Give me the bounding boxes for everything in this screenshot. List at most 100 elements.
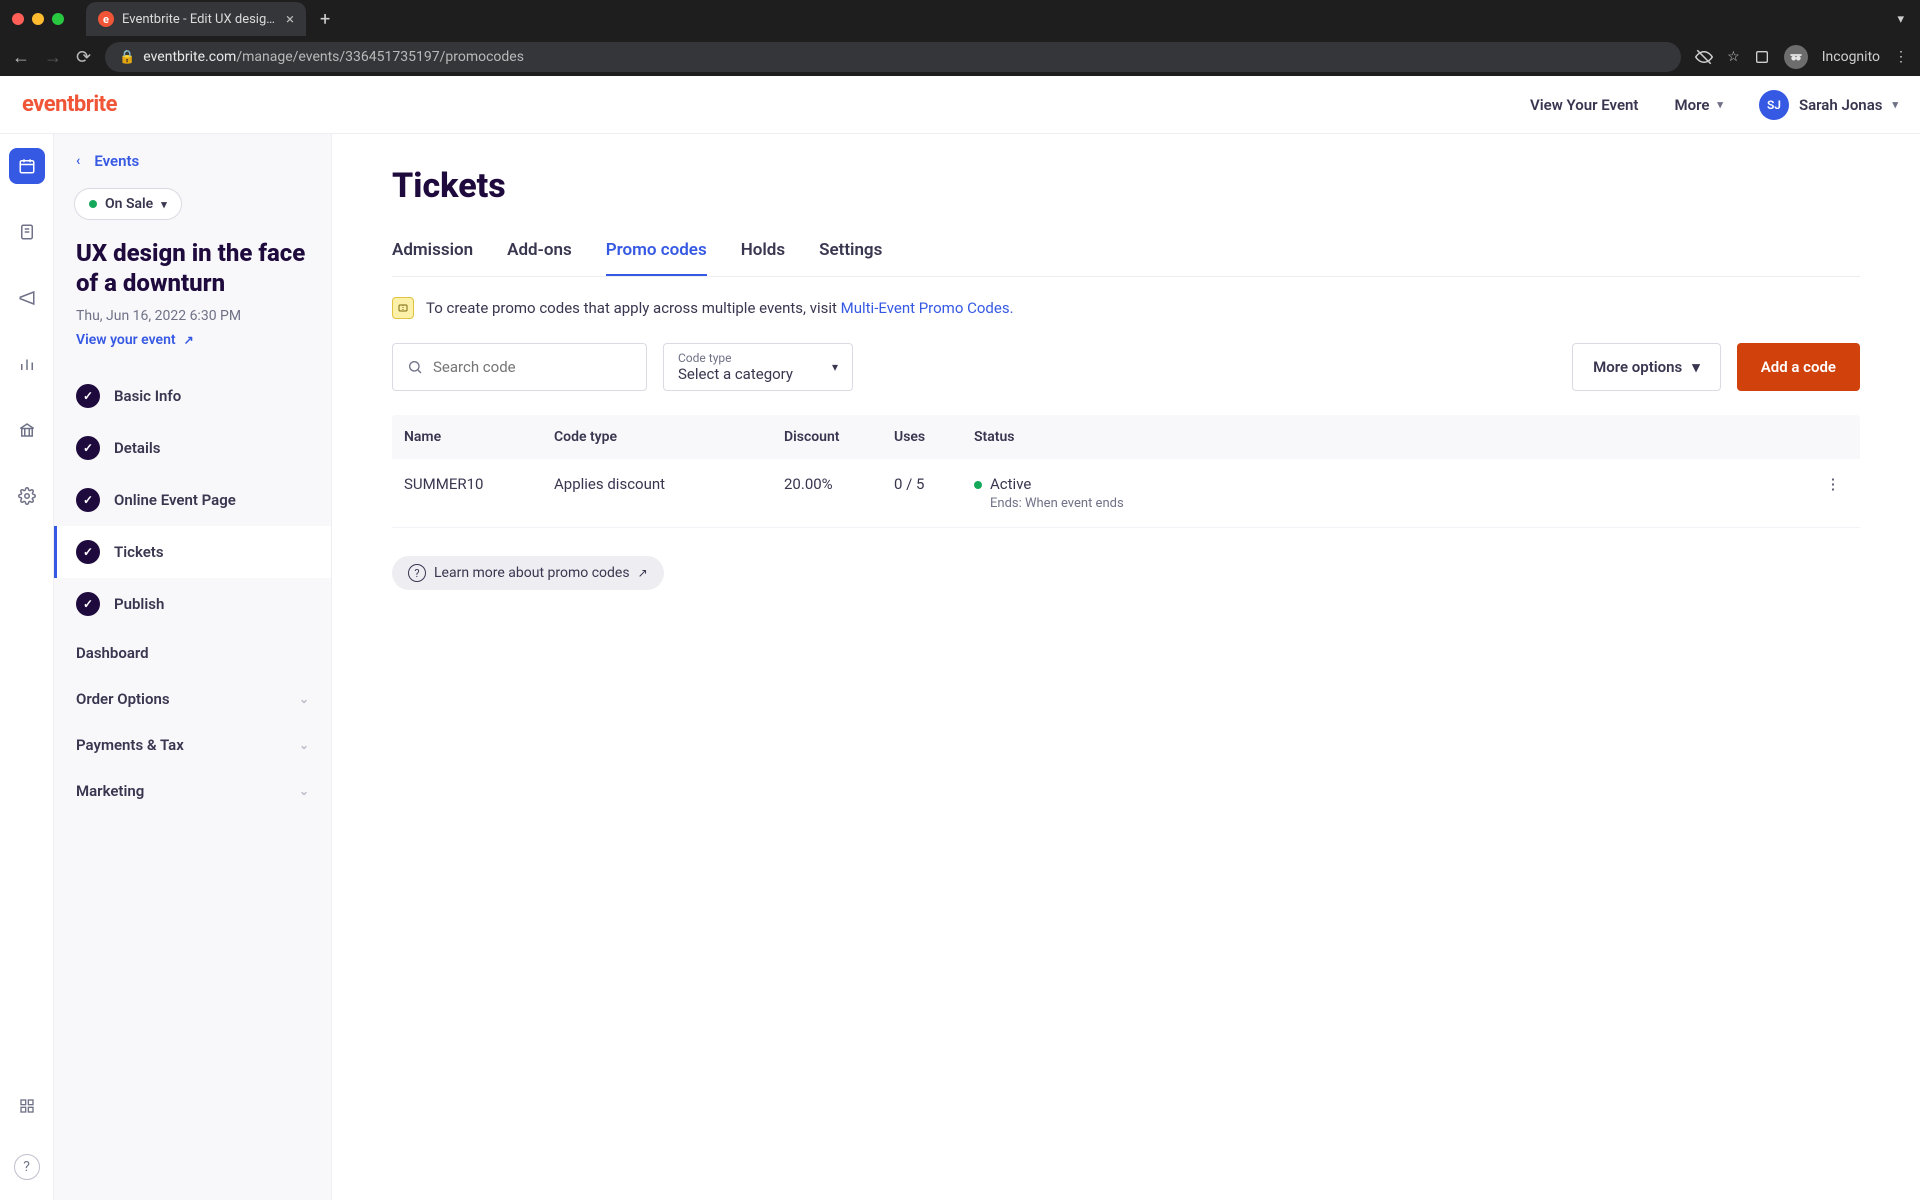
external-link-icon: ↗ xyxy=(638,566,648,580)
col-discount: Discount xyxy=(784,429,894,445)
event-title: UX design in the face of a downturn xyxy=(54,238,331,298)
incognito-icon[interactable] xyxy=(1784,45,1808,69)
forward-icon: → xyxy=(44,47,62,68)
col-status: Status xyxy=(974,429,1818,445)
eventbrite-logo[interactable]: eventbrite xyxy=(22,92,117,117)
cell-status: Active Ends: When event ends xyxy=(974,475,1818,511)
add-code-button[interactable]: Add a code xyxy=(1737,343,1860,391)
rail-settings-icon[interactable] xyxy=(9,478,45,514)
address-bar[interactable]: 🔒 eventbrite.com/manage/events/336451735… xyxy=(105,42,1681,72)
chevron-down-icon: ▾ xyxy=(1717,98,1723,111)
sidebar-item-payments-tax[interactable]: Payments & Tax ⌄ xyxy=(54,722,331,768)
code-type-label: Code type xyxy=(678,351,793,365)
learn-more-link[interactable]: ? Learn more about promo codes ↗ xyxy=(392,556,664,590)
sidebar-item-label: Publish xyxy=(114,595,164,613)
back-icon[interactable]: ← xyxy=(12,47,30,68)
more-options-label: More options xyxy=(1593,358,1682,376)
code-type-select[interactable]: Code type Select a category ▾ xyxy=(663,343,853,391)
help-icon: ? xyxy=(408,564,426,582)
rail-orders-icon[interactable] xyxy=(9,214,45,250)
sidebar-item-label: Details xyxy=(114,439,160,457)
chevron-down-icon: ▾ xyxy=(1692,358,1700,376)
tab-settings[interactable]: Settings xyxy=(819,234,882,276)
event-status-pill[interactable]: On Sale ▾ xyxy=(74,188,182,220)
status-subtext: Ends: When event ends xyxy=(990,496,1124,511)
back-to-events[interactable]: ‹ Events xyxy=(54,152,331,188)
user-menu[interactable]: SJ Sarah Jonas ▾ xyxy=(1759,90,1898,120)
status-label: On Sale xyxy=(105,196,153,212)
cell-discount: 20.00% xyxy=(784,475,894,493)
chevron-down-icon: ⌄ xyxy=(299,784,309,798)
chevron-down-icon: ⌄ xyxy=(299,692,309,706)
sidebar-item-order-options[interactable]: Order Options ⌄ xyxy=(54,676,331,722)
row-menu-button[interactable]: ⋮ xyxy=(1818,475,1848,493)
tab-admission[interactable]: Admission xyxy=(392,234,473,276)
check-icon: ✓ xyxy=(76,540,100,564)
event-sidebar: ‹ Events On Sale ▾ UX design in the face… xyxy=(54,134,332,1200)
window-controls xyxy=(12,13,64,25)
url-path: /manage/events/336451735197/promocodes xyxy=(236,49,524,65)
avatar: SJ xyxy=(1759,90,1789,120)
sidebar-item-marketing[interactable]: Marketing ⌄ xyxy=(54,768,331,814)
more-options-button[interactable]: More options ▾ xyxy=(1572,343,1721,391)
star-icon[interactable]: ☆ xyxy=(1727,49,1740,65)
eye-off-icon[interactable] xyxy=(1695,48,1713,66)
sidebar-item-tickets[interactable]: ✓ Tickets xyxy=(54,526,331,578)
rail-events-icon[interactable] xyxy=(9,148,45,184)
content: Tickets Admission Add-ons Promo codes Ho… xyxy=(332,134,1920,1200)
reload-icon[interactable]: ⟳ xyxy=(76,47,91,68)
sidebar-item-label: Dashboard xyxy=(76,644,149,662)
search-input[interactable] xyxy=(433,358,632,376)
tabs-dropdown-icon[interactable]: ▾ xyxy=(1897,12,1904,27)
address-bar-row: ← → ⟳ 🔒 eventbrite.com/manage/events/336… xyxy=(0,38,1920,76)
cell-uses: 0 / 5 xyxy=(894,475,974,493)
check-icon: ✓ xyxy=(76,436,100,460)
status-value: Active xyxy=(990,475,1124,493)
more-menu[interactable]: More ▾ xyxy=(1674,96,1722,114)
sidebar-nav: ✓ Basic Info ✓ Details ✓ Online Event Pa… xyxy=(54,370,331,814)
rail-finance-icon[interactable] xyxy=(9,412,45,448)
minimize-window-icon[interactable] xyxy=(32,13,44,25)
kebab-menu-icon[interactable]: ⋮ xyxy=(1894,49,1908,65)
page-title: Tickets xyxy=(392,166,1860,206)
rail-reports-icon[interactable] xyxy=(9,346,45,382)
view-your-event-link[interactable]: View your event ↗ xyxy=(54,332,331,370)
check-icon: ✓ xyxy=(76,592,100,616)
browser-tab[interactable]: e Eventbrite - Edit UX design in ... × xyxy=(86,2,306,36)
new-tab-button[interactable]: + xyxy=(320,9,330,30)
external-link-icon: ↗ xyxy=(184,333,194,347)
table-row[interactable]: SUMMER10 Applies discount 20.00% 0 / 5 A… xyxy=(392,459,1860,528)
col-code-type: Code type xyxy=(554,429,784,445)
tip-text: To create promo codes that apply across … xyxy=(426,299,1014,317)
learn-more-label: Learn more about promo codes xyxy=(434,565,630,581)
promo-codes-table: Name Code type Discount Uses Status SUMM… xyxy=(392,415,1860,528)
sidebar-item-publish[interactable]: ✓ Publish xyxy=(54,578,331,630)
tabs: Admission Add-ons Promo codes Holds Sett… xyxy=(392,234,1860,277)
col-name: Name xyxy=(404,429,554,445)
multi-event-link[interactable]: Multi-Event Promo Codes. xyxy=(841,299,1014,317)
sidebar-item-label: Tickets xyxy=(114,543,164,561)
tabstrip: e Eventbrite - Edit UX design in ... × +… xyxy=(0,0,1920,38)
sidebar-item-online-event-page[interactable]: ✓ Online Event Page xyxy=(54,474,331,526)
close-window-icon[interactable] xyxy=(12,13,24,25)
more-label: More xyxy=(1674,96,1709,114)
maximize-window-icon[interactable] xyxy=(52,13,64,25)
close-tab-icon[interactable]: × xyxy=(286,10,294,28)
tab-promo-codes[interactable]: Promo codes xyxy=(606,234,707,276)
view-your-event-link[interactable]: View Your Event xyxy=(1530,96,1638,114)
rail-marketing-icon[interactable] xyxy=(9,280,45,316)
main: ? ‹ Events On Sale ▾ UX design in the fa… xyxy=(0,134,1920,1200)
tab-addons[interactable]: Add-ons xyxy=(507,234,572,276)
rail-help-icon[interactable]: ? xyxy=(14,1154,40,1180)
extensions-icon[interactable] xyxy=(1754,49,1770,65)
sidebar-item-label: Payments & Tax xyxy=(76,736,184,754)
lock-icon: 🔒 xyxy=(119,50,135,65)
tab-holds[interactable]: Holds xyxy=(741,234,785,276)
sidebar-item-basic-info[interactable]: ✓ Basic Info xyxy=(54,370,331,422)
rail-apps-icon[interactable] xyxy=(9,1088,45,1124)
search-code-field[interactable] xyxy=(392,343,647,391)
sidebar-item-details[interactable]: ✓ Details xyxy=(54,422,331,474)
sidebar-item-dashboard[interactable]: Dashboard xyxy=(54,630,331,676)
favicon-icon: e xyxy=(98,11,114,27)
incognito-label: Incognito xyxy=(1822,49,1880,65)
